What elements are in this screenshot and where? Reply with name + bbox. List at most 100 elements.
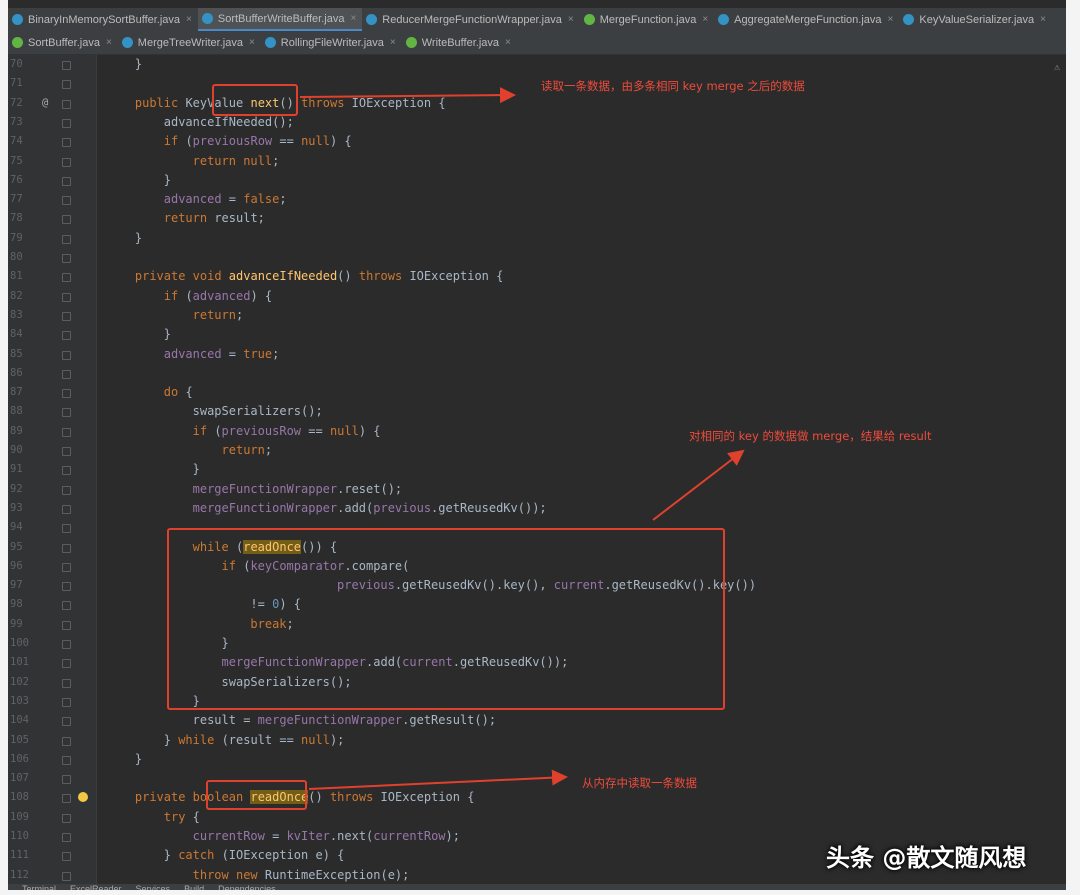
fold-marker-icon[interactable]	[62, 813, 71, 823]
code-token: if	[163, 134, 186, 149]
code-line[interactable]: } while (result == null);	[164, 733, 345, 747]
fold-marker-icon[interactable]	[62, 408, 71, 418]
code-line[interactable]: return;	[222, 443, 273, 457]
fold-marker-icon[interactable]	[62, 582, 71, 592]
code-line[interactable]: }	[164, 173, 171, 187]
close-tab-icon[interactable]: ×	[106, 37, 112, 48]
editor-tab[interactable]: BinaryInMemorySortBuffer.java ×	[8, 8, 198, 31]
code-line[interactable]: swapSerializers();	[193, 404, 323, 418]
fold-marker-icon[interactable]	[62, 659, 71, 669]
fold-marker-icon[interactable]	[62, 273, 71, 283]
fold-marker-icon[interactable]	[62, 447, 71, 456]
fold-marker-icon[interactable]	[62, 775, 71, 785]
fold-marker-icon[interactable]	[62, 736, 71, 746]
close-tab-icon[interactable]: ×	[1040, 14, 1046, 25]
code-token: ;	[264, 443, 273, 457]
fold-marker-icon[interactable]	[62, 350, 71, 360]
close-tab-icon[interactable]: ×	[568, 14, 574, 25]
code-line[interactable]: }	[135, 57, 142, 71]
code-line[interactable]: throw new RuntimeException(e);	[193, 868, 410, 882]
editor-tab[interactable]: MergeFunction.java ×	[580, 8, 714, 31]
editor-tab[interactable]: AggregateMergeFunction.java ×	[714, 8, 899, 31]
fold-marker-icon[interactable]	[62, 331, 71, 341]
fold-marker-icon[interactable]	[62, 562, 71, 572]
fold-marker-icon[interactable]	[62, 157, 71, 167]
close-tab-icon[interactable]: ×	[702, 14, 708, 25]
fold-marker-icon[interactable]	[62, 504, 71, 514]
fold-marker-icon[interactable]	[62, 717, 71, 727]
fold-marker-icon[interactable]	[62, 61, 71, 70]
code-line[interactable]: }	[135, 752, 142, 766]
code-line[interactable]: mergeFunctionWrapper.reset();	[193, 482, 403, 496]
close-tab-icon[interactable]: ×	[249, 37, 255, 48]
code-editor[interactable]: 70 71 72 73 74 75 76 77 78 79 80 81 82 83 84 85 86 87 88 89…	[8, 55, 1066, 885]
close-tab-icon[interactable]: ×	[390, 37, 396, 48]
close-tab-icon[interactable]: ×	[186, 14, 192, 25]
code-line[interactable]: do {	[164, 385, 193, 399]
close-tab-icon[interactable]: ×	[350, 13, 356, 24]
code-line[interactable]: }	[164, 327, 171, 341]
editor-tab[interactable]: ReducerMergeFunctionWrapper.java ×	[362, 8, 579, 31]
close-tab-icon[interactable]: ×	[505, 37, 511, 48]
code-line[interactable]: currentRow = kvIter.next(currentRow);	[193, 829, 460, 843]
lightbulb-icon[interactable]	[78, 792, 88, 803]
fold-marker-icon[interactable]	[62, 755, 71, 765]
fold-marker-icon[interactable]	[62, 292, 71, 302]
code-line[interactable]: return null;	[193, 154, 280, 168]
editor-tab[interactable]: WriteBuffer.java ×	[402, 31, 517, 54]
editor-tab[interactable]: MergeTreeWriter.java ×	[118, 31, 261, 54]
fold-marker-icon[interactable]	[62, 833, 71, 842]
code-line[interactable]: mergeFunctionWrapper.add(previous.getReu…	[193, 501, 547, 515]
code-line[interactable]: }	[193, 462, 200, 476]
tool-window-button[interactable]: Build	[184, 885, 204, 891]
tool-window-button[interactable]: Services	[136, 885, 171, 891]
fold-marker-icon[interactable]	[62, 794, 71, 804]
override-marker-icon[interactable]: @	[42, 97, 80, 109]
code-line[interactable]: private void advanceIfNeeded() throws IO…	[135, 269, 503, 283]
fold-marker-icon[interactable]	[62, 871, 71, 881]
code-line[interactable]: if (previousRow == null) {	[164, 134, 352, 148]
fold-marker-icon[interactable]	[62, 640, 71, 649]
code-line[interactable]: result = mergeFunctionWrapper.getResult(…	[193, 713, 496, 727]
warning-icon[interactable]: ⚠	[1054, 62, 1060, 73]
code-line[interactable]: }	[135, 231, 142, 245]
close-tab-icon[interactable]: ×	[888, 14, 894, 25]
fold-marker-icon[interactable]	[62, 369, 71, 379]
code-line[interactable]: advanced = false;	[164, 192, 287, 206]
fold-marker-icon[interactable]	[62, 427, 71, 437]
fold-marker-icon[interactable]	[62, 697, 71, 707]
fold-marker-icon[interactable]	[62, 389, 71, 399]
editor-tab[interactable]: KeyValueSerializer.java ×	[899, 8, 1052, 31]
fold-marker-icon[interactable]	[62, 138, 71, 148]
fold-marker-icon[interactable]	[62, 543, 71, 553]
fold-marker-icon[interactable]	[62, 254, 71, 263]
editor-tab[interactable]: RollingFileWriter.java ×	[261, 31, 402, 54]
code-line[interactable]: return result;	[164, 211, 265, 225]
fold-marker-icon[interactable]	[62, 678, 71, 688]
fold-marker-icon[interactable]	[62, 196, 71, 206]
fold-marker-icon[interactable]	[62, 311, 71, 321]
code-line[interactable]: } catch (IOException e) {	[164, 848, 345, 862]
fold-marker-icon[interactable]	[62, 80, 71, 90]
code-line[interactable]: if (previousRow == null) {	[193, 424, 381, 438]
code-line[interactable]: if (advanced) {	[164, 289, 272, 303]
code-line[interactable]: advanceIfNeeded();	[164, 115, 294, 129]
fold-marker-icon[interactable]	[62, 852, 71, 862]
code-line[interactable]: try {	[164, 810, 200, 824]
fold-marker-icon[interactable]	[62, 176, 71, 186]
tool-window-button[interactable]: Dependencies	[218, 885, 276, 891]
tool-window-button[interactable]: ExcelReader	[70, 885, 122, 891]
fold-marker-icon[interactable]	[62, 118, 71, 128]
editor-tab[interactable]: SortBufferWriteBuffer.java ×	[197, 8, 363, 31]
code-line[interactable]: return;	[193, 308, 244, 322]
tool-window-button[interactable]: Terminal	[22, 885, 56, 891]
fold-marker-icon[interactable]	[62, 601, 71, 611]
fold-marker-icon[interactable]	[62, 485, 71, 495]
fold-marker-icon[interactable]	[62, 234, 71, 244]
fold-marker-icon[interactable]	[62, 620, 71, 630]
fold-marker-icon[interactable]	[62, 215, 71, 225]
editor-tab[interactable]: SortBuffer.java ×	[8, 31, 118, 54]
fold-marker-icon[interactable]	[62, 524, 71, 534]
code-line[interactable]: advanced = true;	[164, 347, 280, 361]
fold-marker-icon[interactable]	[62, 466, 71, 476]
